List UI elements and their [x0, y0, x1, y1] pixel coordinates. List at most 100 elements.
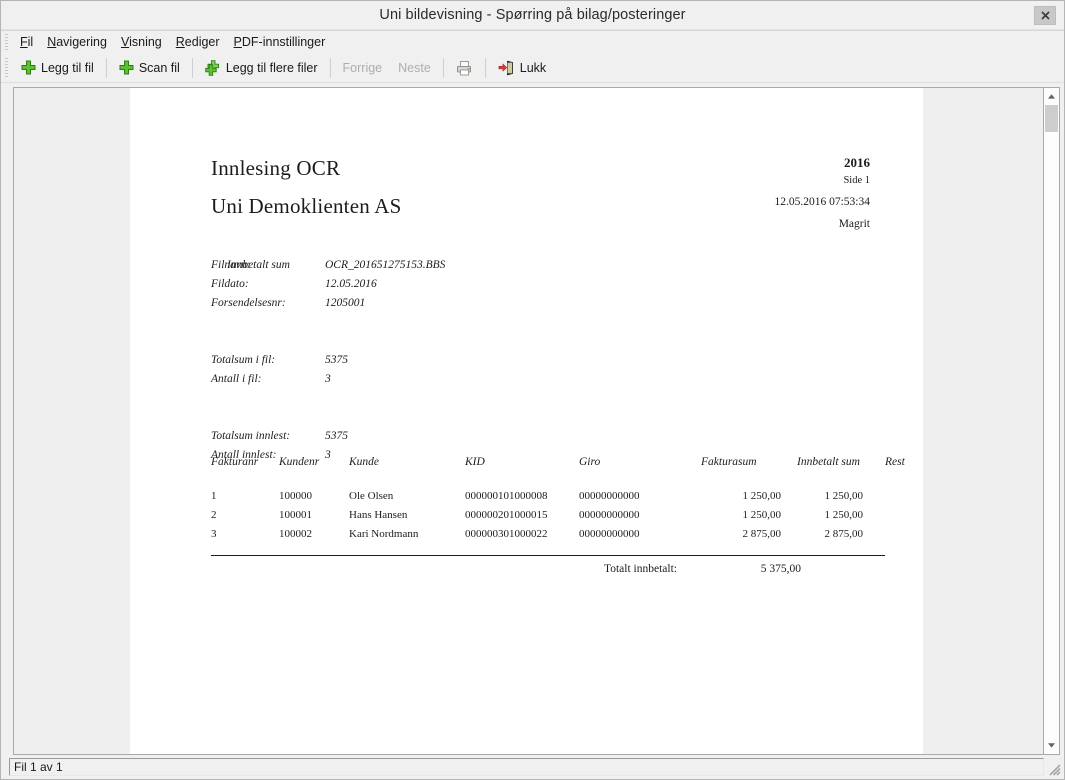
report-page-label: Side 1 [774, 176, 870, 187]
add-more-files-button[interactable]: Legg til flere filer [197, 56, 326, 80]
meta-label-totalsum-innlest: Totalsum innlest: [211, 427, 290, 446]
exit-door-icon [498, 60, 515, 76]
column-header-kid: KID [465, 456, 579, 468]
table-total-row: Totalt innbetalt: 5 375,00 [211, 563, 885, 575]
menu-rest-visning: isning [129, 35, 162, 49]
cell-giro: 00000000000 [579, 509, 689, 521]
meta-value-filnavn: OCR_201651275153.BBS [325, 256, 445, 275]
report-datetime: 12.05.2016 07:53:34 [774, 197, 870, 209]
meta-value-forsendelsesnr: 1205001 [325, 294, 365, 313]
menu-item-pdf-innstillinger[interactable]: PDF-innstillinger [227, 34, 333, 50]
cell-innbetalt-sum: 1 250,00 [781, 490, 863, 502]
next-button[interactable]: Neste [390, 56, 439, 80]
add-file-button[interactable]: Legg til fil [13, 56, 102, 80]
scroll-up-button[interactable] [1044, 88, 1059, 105]
menu-bar: Fil Navigering Visning Rediger PDF-innst… [1, 31, 1064, 53]
meta-label-antall-i-fil: Antall i fil: [211, 370, 261, 389]
menu-rest-fil: il [28, 35, 34, 49]
menu-item-navigering[interactable]: Navigering [40, 34, 114, 50]
column-header-fakturasum: Fakturasum [689, 456, 781, 468]
cell-kid: 000000201000015 [465, 509, 579, 521]
meta-value-antall-i-fil: 3 [325, 370, 331, 389]
table-row: 3 100002 Kari Nordmann 000000301000022 0… [211, 528, 885, 547]
column-header-rest: Rest [863, 456, 917, 468]
table-header-row: Fakturanr Kundenr Kunde KID Giro Faktura… [211, 456, 885, 490]
toolbar-separator-4 [443, 58, 444, 78]
total-value: 5 375,00 [681, 563, 801, 575]
ocr-report: Innlesing OCR Uni Demoklienten AS 2016 S… [130, 88, 923, 754]
chevron-up-icon [1047, 93, 1056, 100]
cell-fakturanr: 3 [211, 528, 279, 540]
total-label: Totalt innbetalt: [211, 563, 681, 575]
report-title: Innlesing OCR [211, 156, 340, 181]
cell-kunde: Ole Olsen [349, 490, 465, 502]
status-bar: Fil 1 av 1 [1, 757, 1064, 779]
window-title: Uni bildevisning - Spørring på bilag/pos… [379, 7, 685, 23]
menu-accel-navigering: N [47, 35, 56, 49]
cell-fakturanr: 1 [211, 490, 279, 502]
toolbar-separator-3 [330, 58, 331, 78]
cell-kid: 000000301000022 [465, 528, 579, 540]
previous-label: Forrige [343, 61, 383, 75]
menu-item-rediger[interactable]: Rediger [169, 34, 227, 50]
cell-giro: 00000000000 [579, 490, 689, 502]
column-header-fakturanr: Fakturanr [211, 456, 279, 468]
printer-icon [456, 60, 473, 76]
close-button[interactable]: Lukk [490, 56, 554, 80]
menu-accel-pdf: P [234, 35, 242, 49]
cell-fakturasum: 2 875,00 [689, 528, 781, 540]
plus-icon [119, 60, 134, 75]
meta-value-totalsum-i-fil: 5375 [325, 351, 348, 370]
table-total-divider [211, 555, 885, 556]
document-viewer[interactable]: Innlesing OCR Uni Demoklienten AS 2016 S… [13, 87, 1043, 755]
previous-button[interactable]: Forrige [335, 56, 391, 80]
double-plus-icon [205, 60, 221, 76]
menu-rest-rediger: ediger [185, 35, 220, 49]
scroll-down-button[interactable] [1044, 737, 1059, 754]
scrollbar-thumb[interactable] [1045, 105, 1058, 132]
close-label: Lukk [520, 61, 546, 75]
cell-innbetalt-sum: 2 875,00 [781, 528, 863, 540]
cell-fakturanr: 2 [211, 509, 279, 521]
menu-item-visning[interactable]: Visning [114, 34, 169, 50]
scrollbar-track[interactable] [1044, 105, 1059, 737]
cell-kundenr: 100001 [279, 509, 349, 521]
next-label: Neste [398, 61, 431, 75]
column-header-giro: Giro [579, 456, 689, 468]
cell-fakturasum: 1 250,00 [689, 509, 781, 521]
cell-fakturasum: 1 250,00 [689, 490, 781, 502]
print-button[interactable] [448, 56, 481, 80]
toolbar-separator-2 [192, 58, 193, 78]
cell-kundenr: 100000 [279, 490, 349, 502]
cell-innbetalt-sum: 1 250,00 [781, 509, 863, 521]
vertical-scrollbar[interactable] [1043, 87, 1060, 755]
report-year: 2016 [774, 156, 870, 169]
document-page: Innlesing OCR Uni Demoklienten AS 2016 S… [130, 88, 923, 754]
meta-value-totalsum-innlest: 5375 [325, 427, 348, 446]
invoice-table: Fakturanr Kundenr Kunde KID Giro Faktura… [211, 456, 885, 575]
chevron-down-icon [1047, 742, 1056, 749]
meta-label-totalsum-i-fil: Totalsum i fil: [211, 351, 275, 370]
scan-file-button[interactable]: Scan fil [111, 56, 188, 80]
cell-kid: 000000101000008 [465, 490, 579, 502]
meta-label-fildato: Fildato: [211, 275, 249, 294]
menu-accel-fil: F [20, 35, 28, 49]
cell-kunde: Kari Nordmann [349, 528, 465, 540]
toolbar-separator-1 [106, 58, 107, 78]
menu-accel-visning: V [121, 35, 129, 49]
resize-grip[interactable] [1047, 762, 1061, 776]
add-file-label: Legg til fil [41, 61, 94, 75]
toolbar: Legg til fil Scan fil [1, 53, 1064, 83]
plus-icon [21, 60, 36, 75]
cell-kunde: Hans Hansen [349, 509, 465, 521]
menu-item-fil[interactable]: Fil [13, 34, 40, 50]
scan-file-label: Scan fil [139, 61, 180, 75]
close-icon [1041, 11, 1050, 20]
column-header-innbetalt-sum: Innbetalt sum [781, 456, 863, 468]
meta-label-innbetalt-sum-overlap: Innbetalt sum [227, 256, 290, 275]
table-row: 2 100001 Hans Hansen 000000201000015 000… [211, 509, 885, 528]
report-user: Magrit [774, 219, 870, 231]
window-close-button[interactable] [1034, 6, 1056, 25]
title-bar: Uni bildevisning - Spørring på bilag/pos… [1, 1, 1064, 30]
status-text: Fil 1 av 1 [9, 758, 1044, 776]
